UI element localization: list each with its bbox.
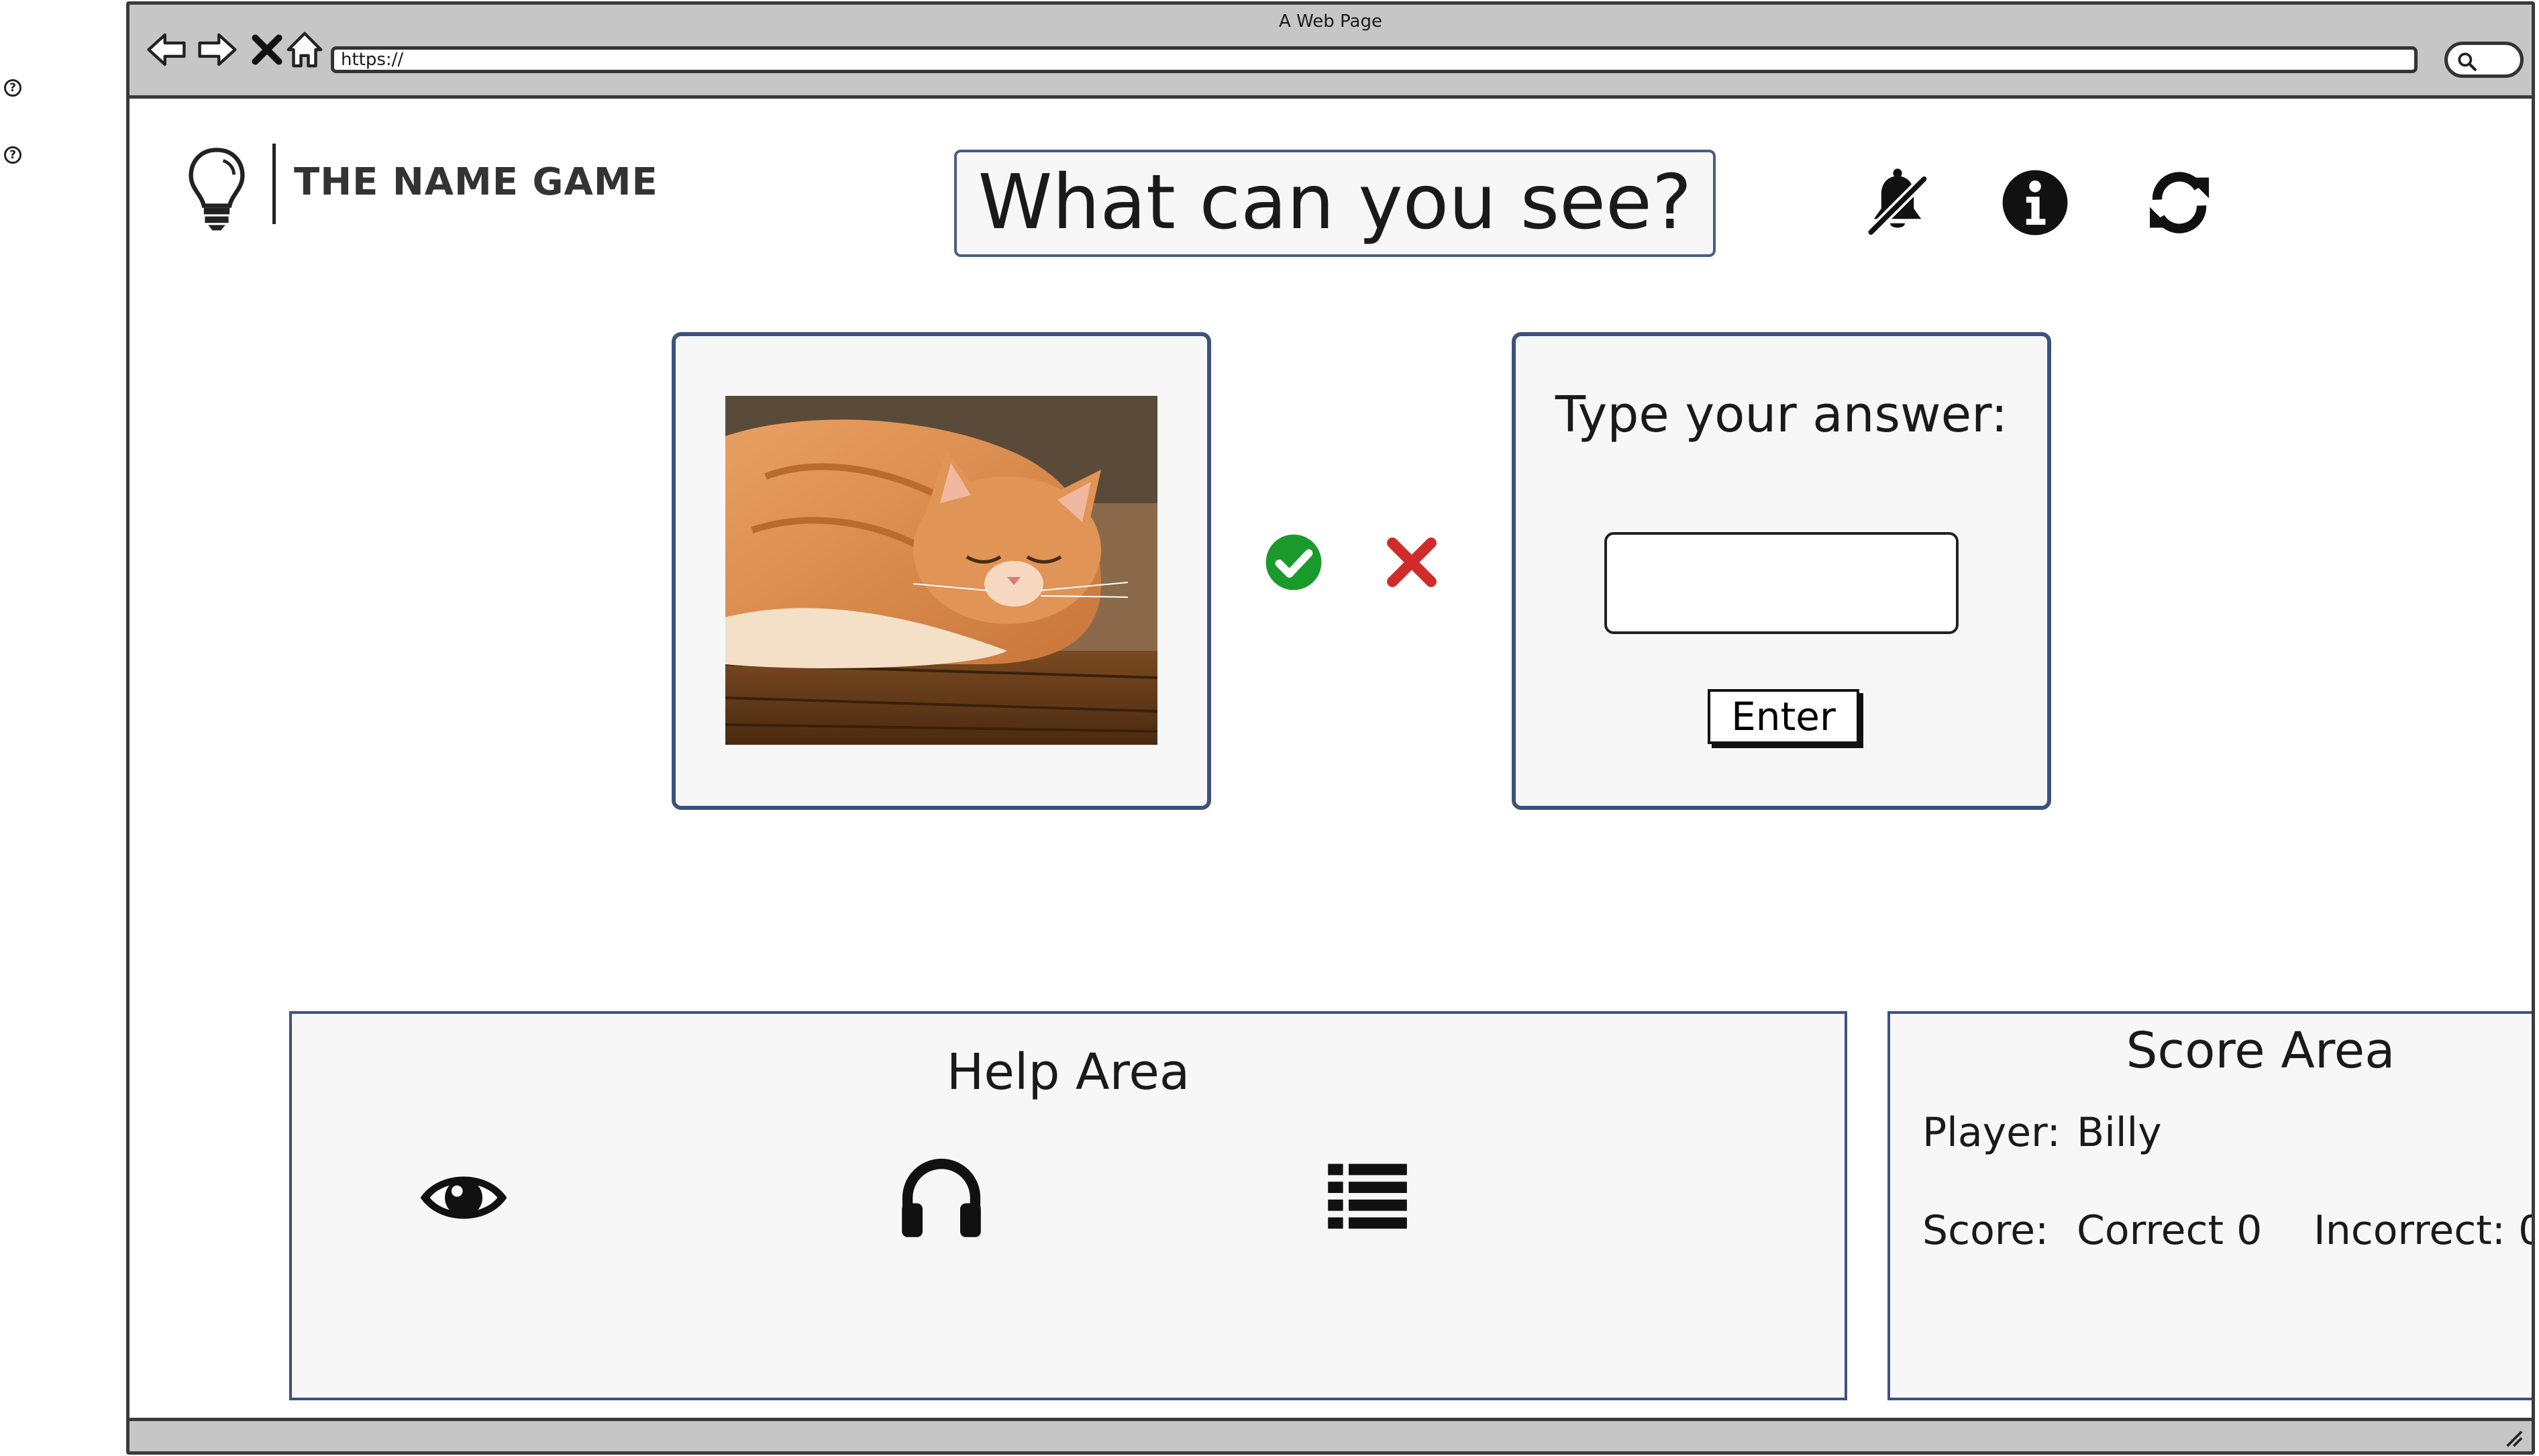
enter-button[interactable]: Enter — [1708, 689, 1859, 744]
refresh-icon[interactable] — [2142, 166, 2216, 240]
lightbulb-logo-icon — [189, 148, 245, 231]
annotation-marker: ? — [4, 146, 21, 164]
player-name: Billy — [2077, 1109, 2162, 1156]
window-title: A Web Page — [1279, 11, 1382, 32]
cat-photo — [725, 396, 1157, 745]
logo-text: THE NAME GAME — [294, 160, 658, 204]
question-heading: What can you see? — [954, 150, 1716, 257]
score-label: Score: — [1922, 1207, 2049, 1254]
answer-label: Type your answer: — [1555, 386, 2008, 444]
annotation-marker: ? — [4, 79, 21, 97]
answer-input[interactable] — [1604, 532, 1959, 634]
bell-slash-icon[interactable] — [1861, 166, 1934, 240]
headphones-icon[interactable] — [894, 1151, 988, 1245]
list-icon[interactable] — [1320, 1151, 1414, 1245]
player-label: Player: — [1922, 1109, 2061, 1156]
correct-count: Correct 0 — [2077, 1207, 2263, 1254]
incorrect-count: Incorrect: 0 — [2314, 1207, 2535, 1254]
info-icon[interactable] — [1998, 166, 2072, 240]
url-bar[interactable]: https:// — [331, 46, 2418, 73]
search-icon — [2458, 52, 2477, 71]
sleeping-cat-image — [725, 396, 1157, 745]
resize-grip-icon[interactable] — [2501, 1425, 2525, 1449]
browser-search-box[interactable] — [2444, 42, 2524, 78]
eye-icon[interactable] — [417, 1151, 511, 1245]
score-area-title: Score Area — [2126, 1022, 2395, 1080]
browser-toolbar: A Web Page https:// — [129, 5, 2532, 99]
check-circle-icon — [1265, 534, 1322, 590]
browser-status-bar — [129, 1418, 2532, 1451]
back-icon[interactable] — [144, 28, 189, 72]
cross-icon — [1387, 537, 1437, 587]
help-area-title: Help Area — [946, 1043, 1190, 1101]
home-icon[interactable] — [282, 28, 327, 72]
logo-divider — [272, 144, 276, 224]
forward-icon[interactable] — [195, 28, 240, 72]
browser-window: A Web Page https:// THE NAME GAME What c… — [126, 1, 2535, 1455]
